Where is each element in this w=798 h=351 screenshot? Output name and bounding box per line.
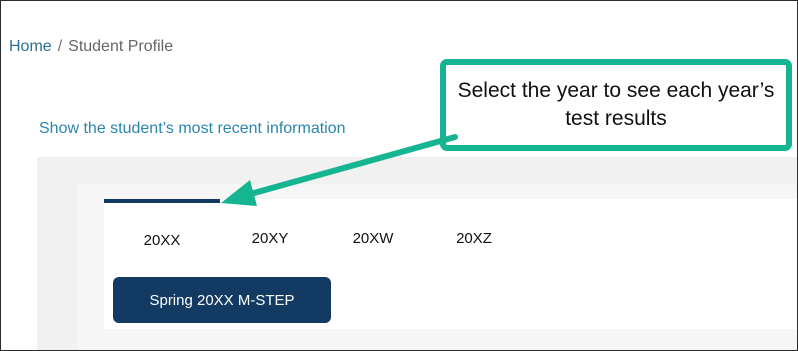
year-tabs: 20XX 20XY 20XW 20XZ (104, 199, 522, 264)
breadcrumb-separator: / (57, 38, 63, 55)
instruction-callout: Select the year to see each year’s test … (440, 59, 792, 151)
show-recent-information-link[interactable]: Show the student’s most recent informati… (39, 120, 346, 138)
callout-text: Select the year to see each year’s test … (457, 79, 775, 130)
tab-20xy[interactable]: 20XY (220, 199, 320, 264)
breadcrumb: Home / Student Profile (9, 38, 173, 56)
tab-20xw[interactable]: 20XW (320, 199, 426, 264)
spring-mstep-test-button[interactable]: Spring 20XX M-STEP (113, 277, 331, 323)
page-frame: Home / Student Profile Show the student’s … (0, 0, 798, 351)
breadcrumb-home-link[interactable]: Home (9, 38, 52, 55)
left-gutter (1, 157, 37, 350)
tab-20xz[interactable]: 20XZ (426, 199, 522, 264)
tab-20xx[interactable]: 20XX (104, 199, 220, 264)
breadcrumb-current: Student Profile (68, 38, 174, 55)
